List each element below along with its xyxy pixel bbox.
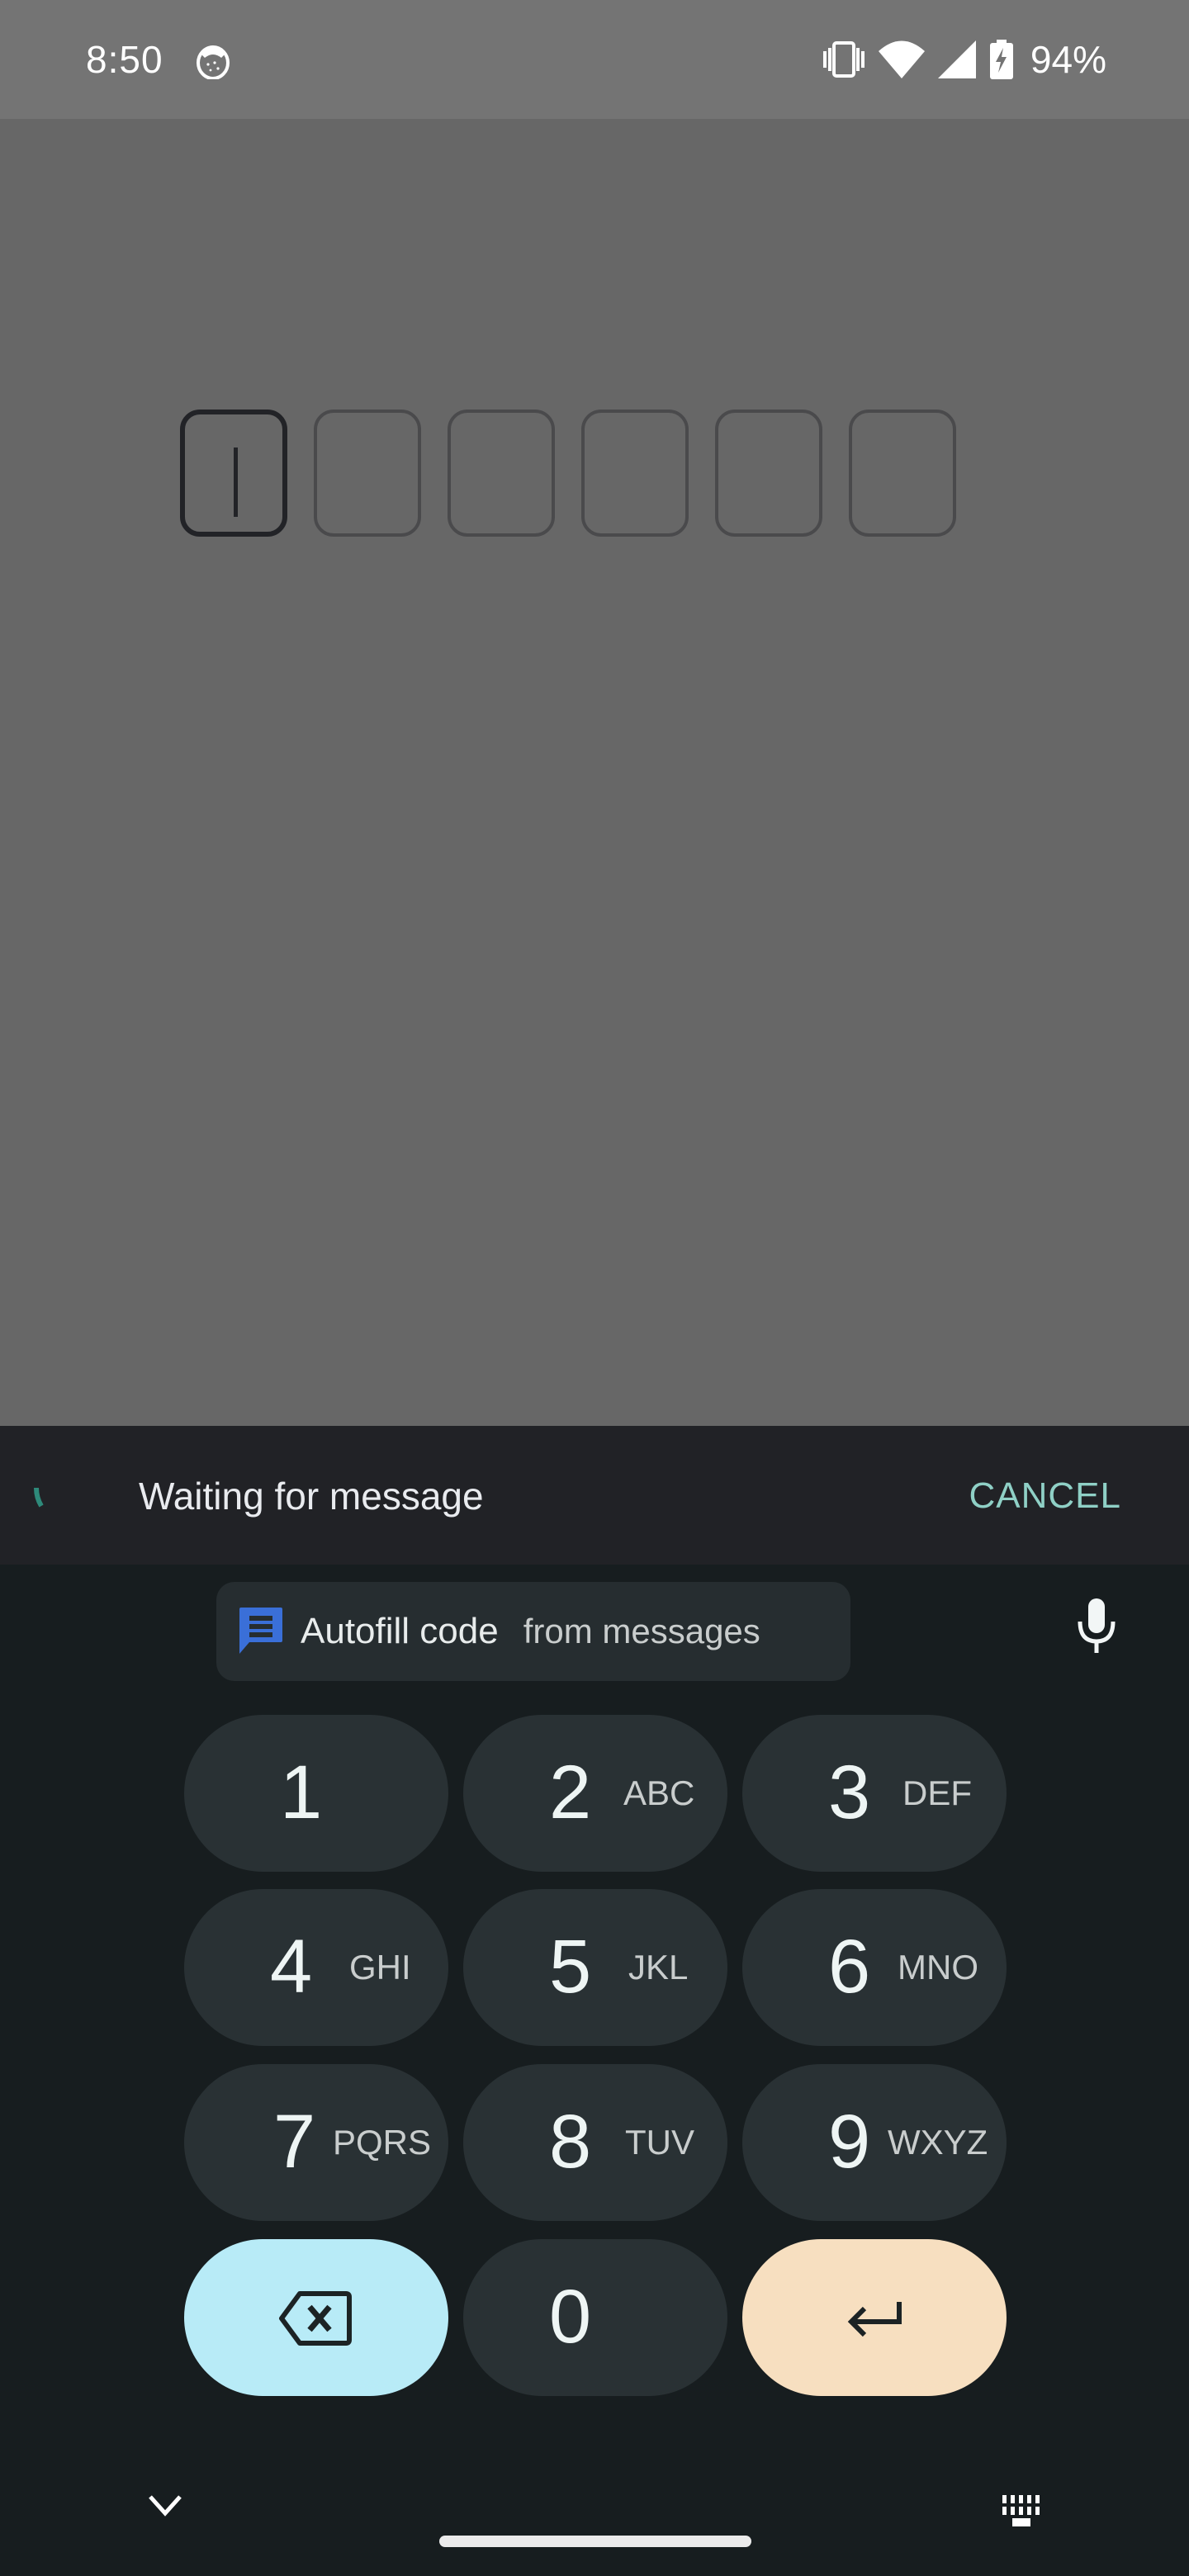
key-letters: ABC: [623, 1773, 695, 1812]
cell-signal-icon: [937, 40, 976, 78]
loading-spinner-icon: [34, 1487, 44, 1508]
enter-key[interactable]: [742, 2239, 1007, 2396]
otp-digit-4[interactable]: [581, 410, 689, 537]
otp-digit-6[interactable]: [849, 410, 956, 537]
key-digit: 6: [828, 1925, 871, 2009]
keyboard-icon[interactable]: [1001, 2493, 1047, 2530]
key-digit: 9: [828, 2100, 871, 2184]
key-digit: 4: [270, 1925, 313, 2009]
autofill-main-label: Autofill code: [301, 1611, 499, 1651]
microphone-icon[interactable]: [1075, 1597, 1118, 1655]
key-letters: WXYZ: [888, 2123, 988, 2162]
wifi-icon: [878, 40, 925, 78]
chevron-down-icon[interactable]: [147, 2493, 183, 2518]
key-digit: 7: [273, 2100, 316, 2184]
key-letters: PQRS: [333, 2123, 432, 2162]
key-3[interactable]: 3 DEF: [742, 1715, 1007, 1872]
backspace-key[interactable]: [184, 2239, 448, 2396]
key-digit: 3: [828, 1750, 871, 1835]
enter-icon: [847, 2302, 902, 2337]
battery-percent: 94%: [1030, 38, 1106, 81]
otp-digit-3[interactable]: [448, 410, 555, 537]
key-8[interactable]: 8 TUV: [463, 2064, 727, 2221]
text-cursor: [234, 447, 238, 517]
key-6[interactable]: 6 MNO: [742, 1889, 1007, 2046]
autofill-code-suggestion[interactable]: Autofill code from messages: [216, 1582, 850, 1681]
cookie-jar-icon: [197, 45, 230, 79]
key-digit: 1: [280, 1750, 323, 1835]
key-letters: JKL: [628, 1948, 689, 1986]
cancel-button[interactable]: CANCEL: [969, 1471, 1122, 1521]
autofill-sub-label: from messages: [523, 1612, 760, 1650]
key-9[interactable]: 9 WXYZ: [742, 2064, 1007, 2221]
key-digit: 2: [549, 1750, 592, 1835]
key-2[interactable]: 2 ABC: [463, 1715, 727, 1872]
key-letters: TUV: [625, 2123, 694, 2162]
waiting-status-text: Waiting for message: [139, 1475, 484, 1518]
key-0[interactable]: 0: [463, 2239, 727, 2396]
otp-digit-5[interactable]: [715, 410, 822, 537]
status-bar: 8:50 94%: [0, 0, 1189, 119]
key-1[interactable]: 1: [184, 1715, 448, 1872]
key-5[interactable]: 5 JKL: [463, 1889, 727, 2046]
otp-digit-2[interactable]: [314, 410, 421, 537]
backspace-icon: [279, 2291, 352, 2346]
otp-input-group: [180, 410, 956, 537]
key-letters: GHI: [349, 1948, 411, 1986]
vibrate-icon: [822, 41, 865, 78]
status-icons: 94%: [822, 36, 1106, 83]
key-digit: 0: [549, 2275, 592, 2359]
gesture-nav-handle[interactable]: [439, 2536, 751, 2547]
battery-charging-icon: [989, 40, 1013, 79]
key-letters: DEF: [902, 1773, 972, 1812]
app-content: [0, 119, 1189, 1426]
key-letters: MNO: [898, 1948, 978, 1986]
key-digit: 5: [549, 1925, 592, 2009]
status-time: 8:50: [86, 38, 163, 81]
key-digit: 8: [549, 2100, 592, 2184]
message-icon: [239, 1608, 282, 1654]
otp-digit-1[interactable]: [180, 410, 287, 537]
key-4[interactable]: 4 GHI: [184, 1889, 448, 2046]
key-7[interactable]: 7 PQRS: [184, 2064, 448, 2221]
